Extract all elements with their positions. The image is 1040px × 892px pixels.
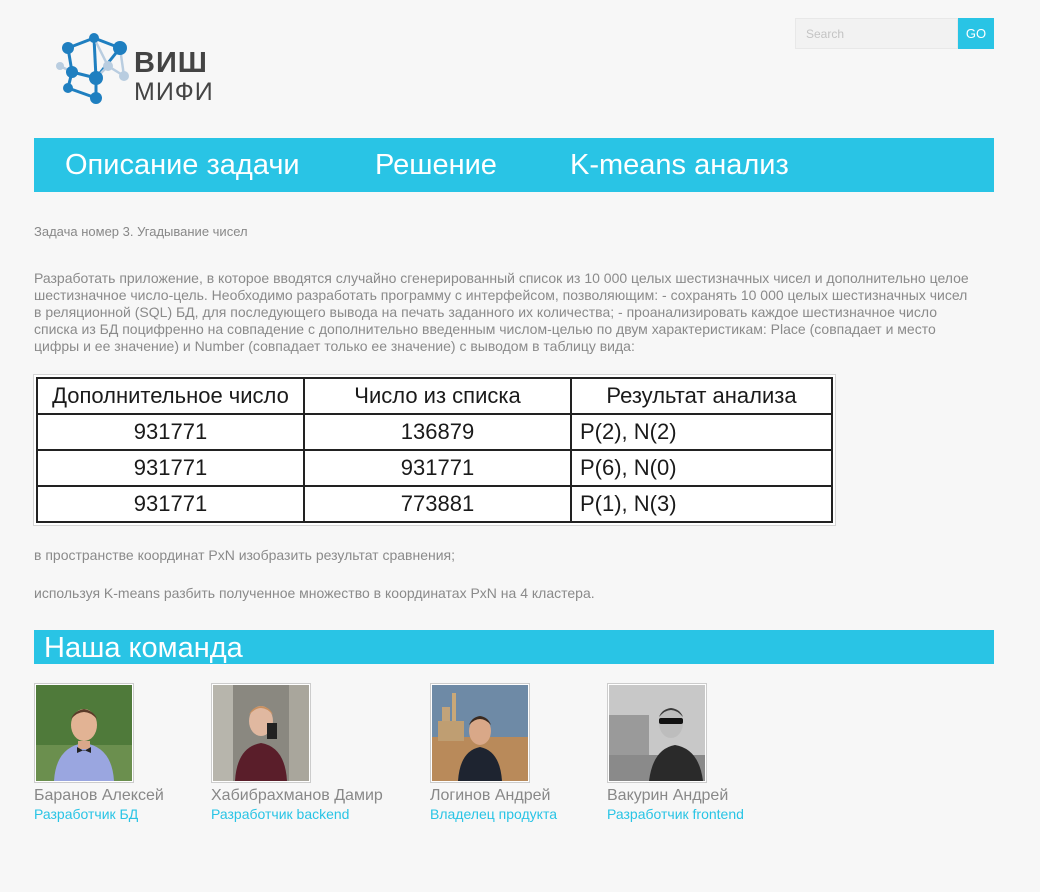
table-cell: 773881 [303,485,572,523]
site-logo[interactable]: ВИШ МИФИ [50,26,220,110]
table-cell: 931771 [303,449,572,487]
task-paragraph-coordinates: в пространстве координат PxN изобразить … [34,547,456,563]
table-header-cell: Результат анализа [570,377,833,415]
task-paragraph-kmeans: используя K-means разбить полученное мно… [34,585,595,601]
team-member-card: Хабибрахманов Дамир Разработчик backend [211,683,401,822]
person-photo-icon [36,685,132,781]
logo-text: ВИШ МИФИ [134,48,214,106]
member-photo [34,683,134,783]
table-cell: 931771 [36,413,305,451]
table-cell: 136879 [303,413,572,451]
table-row: 931771 931771 P(6), N(0) [36,449,833,487]
team-member-card: Логинов Андрей Владелец продукта [430,683,620,822]
person-photo-icon [609,685,705,781]
member-name: Баранов Алексей [34,787,164,804]
search-form: GO [795,18,994,49]
table-cell: P(2), N(2) [570,413,833,451]
member-photo [607,683,707,783]
main-navbar: Описание задачи Решение K-means анализ [34,138,994,192]
member-role-link[interactable]: Разработчик БД [34,806,224,822]
logo-line1: ВИШ [134,47,208,79]
logo-line2: МИФИ [134,78,214,106]
member-name: Хабибрахманов Дамир [211,787,383,804]
search-input[interactable] [795,18,958,49]
team-member-card: Вакурин Андрей Разработчик frontend [607,683,797,822]
table-cell: P(1), N(3) [570,485,833,523]
member-role-link[interactable]: Владелец продукта [430,806,620,822]
result-table: Дополнительное число Число из списка Рез… [36,377,833,523]
table-cell: 931771 [36,449,305,487]
nav-item-task-description[interactable]: Описание задачи [65,148,300,182]
task-title: Задача номер 3. Угадывание чисел [34,224,248,239]
nav-item-kmeans-analysis[interactable]: K-means анализ [570,148,789,182]
table-row: 931771 773881 P(1), N(3) [36,485,833,523]
task-description: Разработать приложение, в которое вводят… [34,270,969,354]
team-title: Наша команда [44,632,243,664]
table-cell: 931771 [36,485,305,523]
person-photo-icon [432,685,528,781]
table-cell: P(6), N(0) [570,449,833,487]
molecule-network-icon [56,33,129,104]
team-member-card: Баранов Алексей Разработчик БД [34,683,224,822]
member-photo [211,683,311,783]
member-role-link[interactable]: Разработчик frontend [607,806,797,822]
person-photo-icon [213,685,309,781]
table-header-cell: Число из списка [303,377,572,415]
table-header-row: Дополнительное число Число из списка Рез… [36,377,833,415]
team-section-header: Наша команда [34,630,994,664]
table-row: 931771 136879 P(2), N(2) [36,413,833,451]
member-photo [430,683,530,783]
table-header-cell: Дополнительное число [36,377,305,415]
search-go-button[interactable]: GO [958,18,994,49]
nav-item-solution[interactable]: Решение [375,148,497,182]
member-name: Логинов Андрей [430,787,551,804]
member-role-link[interactable]: Разработчик backend [211,806,401,822]
member-name: Вакурин Андрей [607,787,729,804]
example-table-image: Дополнительное число Число из списка Рез… [33,374,836,526]
